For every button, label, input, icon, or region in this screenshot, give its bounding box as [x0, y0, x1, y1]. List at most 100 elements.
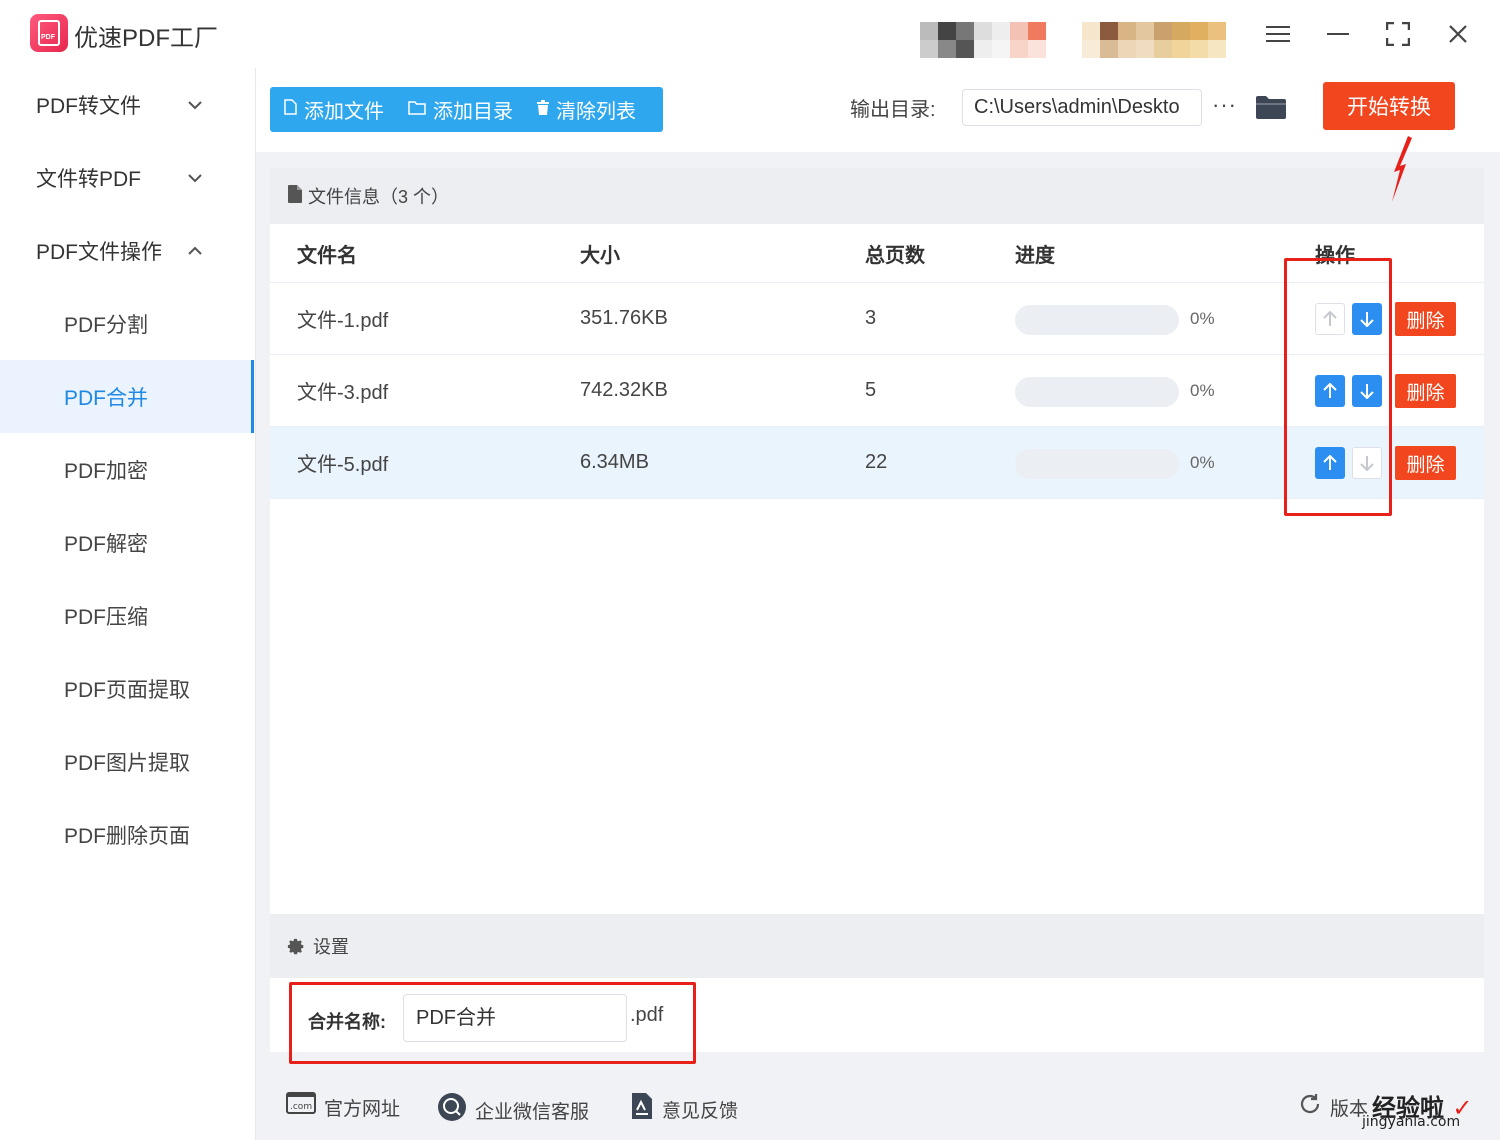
chat-icon — [437, 1092, 467, 1128]
merge-name-label: 合并名称: — [308, 1012, 386, 1032]
sidebar-group-file-to-pdf[interactable]: 文件转PDF — [0, 141, 254, 214]
settings-title: 设置 — [313, 937, 349, 957]
progress-percent: 0% — [1190, 381, 1215, 400]
move-up-button[interactable] — [1315, 303, 1345, 335]
output-dir-label: 输出目录: — [850, 99, 936, 121]
move-down-button[interactable] — [1352, 447, 1382, 479]
arrow-up-icon — [1323, 383, 1337, 398]
add-dir-label: 添加目录 — [433, 101, 513, 123]
table-row: 文件-1.pdf 351.76KB 3 0% 删除 — [270, 283, 1484, 355]
progress-bar — [1015, 377, 1179, 407]
sidebar-item-delete-pages[interactable]: PDF删除页面 — [0, 798, 254, 871]
settings-panel: 设置 合并名称: PDF合并 .pdf — [270, 914, 1484, 1052]
sidebar-item-label: PDF合并 — [64, 386, 148, 410]
folder-icon[interactable] — [1256, 95, 1286, 119]
sidebar-group-label: PDF转文件 — [36, 94, 141, 118]
progress-percent: 0% — [1190, 453, 1215, 472]
file-panel: 文件信息（3 个） 文件名 大小 总页数 进度 操作 文件-1.pdf 351.… — [270, 168, 1484, 914]
maximize-icon[interactable] — [1380, 16, 1416, 52]
arrow-up-icon — [1323, 311, 1337, 326]
menu-icon[interactable] — [1260, 16, 1296, 52]
progress-percent: 0% — [1190, 309, 1215, 328]
col-size: 大小 — [580, 244, 620, 267]
file-name: 文件-3.pdf — [297, 382, 389, 404]
col-progress: 进度 — [1015, 244, 1055, 267]
refresh-icon — [1298, 1092, 1322, 1122]
progress-bar — [1015, 449, 1179, 479]
footer-wechat-label: 企业微信客服 — [475, 1101, 590, 1123]
file-pages: 5 — [865, 379, 877, 401]
close-icon[interactable] — [1440, 16, 1476, 52]
document-icon — [288, 184, 302, 208]
blurred-avatar — [920, 22, 1048, 58]
sidebar-group-pdf-ops[interactable]: PDF文件操作 — [0, 214, 254, 287]
sidebar-item-decrypt[interactable]: PDF解密 — [0, 506, 254, 579]
main-content: 添加文件 添加目录 清除列表 输出目录: C:\Users\admin\Desk… — [256, 68, 1500, 1140]
col-actions: 操作 — [1315, 244, 1355, 267]
sidebar-item-image-extract[interactable]: PDF图片提取 — [0, 725, 254, 798]
move-up-button[interactable] — [1315, 447, 1345, 479]
sidebar-item-page-extract[interactable]: PDF页面提取 — [0, 652, 254, 725]
delete-button[interactable]: 删除 — [1395, 446, 1456, 480]
more-options-button[interactable]: ··· — [1212, 92, 1237, 118]
website-icon: .com — [286, 1092, 316, 1122]
file-button-group: 添加文件 添加目录 清除列表 — [270, 87, 663, 132]
sidebar-item-split[interactable]: PDF分割 — [0, 287, 254, 360]
arrow-down-icon — [1360, 312, 1374, 327]
annotation-arrow-icon — [1392, 136, 1412, 202]
footer-website-link[interactable]: .com 官方网址 — [286, 1092, 400, 1122]
chevron-down-icon — [188, 94, 202, 115]
file-icon — [284, 99, 297, 120]
sidebar-item-label: PDF解密 — [64, 532, 148, 556]
col-filename: 文件名 — [297, 244, 357, 267]
merge-ext-label: .pdf — [630, 1004, 664, 1026]
blurred-username — [1082, 22, 1242, 58]
footer-website-label: 官方网址 — [324, 1098, 401, 1120]
arrow-up-icon — [1323, 455, 1337, 470]
footer-feedback-label: 意见反馈 — [662, 1100, 739, 1122]
watermark-url: jingyanla.com — [1362, 1114, 1461, 1130]
footer-feedback-link[interactable]: 意见反馈 — [630, 1092, 738, 1126]
sidebar-group-pdf-to-file[interactable]: PDF转文件 — [0, 68, 254, 141]
sidebar-item-label: PDF加密 — [64, 459, 148, 483]
table-header: 文件名 大小 总页数 进度 操作 — [270, 224, 1484, 283]
minimize-icon[interactable] — [1320, 16, 1356, 52]
move-down-button[interactable] — [1352, 303, 1382, 335]
file-size: 742.32KB — [580, 379, 668, 401]
progress-bar — [1015, 305, 1179, 335]
start-convert-button[interactable]: 开始转换 — [1323, 82, 1455, 130]
file-panel-header: 文件信息（3 个） — [270, 168, 1484, 224]
footer-wechat-link[interactable]: 企业微信客服 — [437, 1092, 589, 1128]
delete-button[interactable]: 删除 — [1395, 374, 1456, 408]
sidebar-item-encrypt[interactable]: PDF加密 — [0, 433, 254, 506]
file-pages: 22 — [865, 451, 888, 473]
merge-name-input[interactable]: PDF合并 — [403, 994, 627, 1042]
footer-version[interactable]: 版本 — [1298, 1092, 1368, 1122]
delete-button[interactable]: 删除 — [1395, 302, 1456, 336]
toolbar: 添加文件 添加目录 清除列表 输出目录: C:\Users\admin\Desk… — [256, 68, 1500, 152]
gear-icon — [286, 937, 305, 956]
app-title: 优速PDF工厂 — [74, 25, 218, 52]
sidebar-item-label: PDF图片提取 — [64, 751, 190, 775]
clear-list-label: 清除列表 — [556, 101, 636, 123]
folder-outline-icon — [408, 100, 426, 120]
sidebar-item-merge[interactable]: PDF合并 — [0, 360, 254, 433]
add-dir-button[interactable]: 添加目录 — [394, 87, 523, 132]
sidebar-item-label: PDF分割 — [64, 313, 148, 337]
output-dir-input[interactable]: C:\Users\admin\Deskto — [962, 89, 1202, 126]
trash-icon — [537, 99, 549, 120]
sidebar-group-label: PDF文件操作 — [36, 240, 162, 264]
move-up-button[interactable] — [1315, 375, 1345, 407]
file-size: 351.76KB — [580, 307, 668, 329]
file-name: 文件-5.pdf — [297, 454, 389, 476]
clear-list-button[interactable]: 清除列表 — [523, 87, 646, 132]
col-pages: 总页数 — [865, 244, 925, 267]
arrow-down-icon — [1360, 456, 1374, 471]
sidebar-item-compress[interactable]: PDF压缩 — [0, 579, 254, 652]
file-size: 6.34MB — [580, 451, 649, 473]
settings-header: 设置 — [270, 914, 1484, 978]
add-file-button[interactable]: 添加文件 — [270, 87, 394, 132]
add-file-label: 添加文件 — [304, 101, 384, 123]
sidebar: PDF转文件 文件转PDF PDF文件操作 PDF分割 PDF合并 PDF加密 … — [0, 68, 256, 1140]
move-down-button[interactable] — [1352, 375, 1382, 407]
